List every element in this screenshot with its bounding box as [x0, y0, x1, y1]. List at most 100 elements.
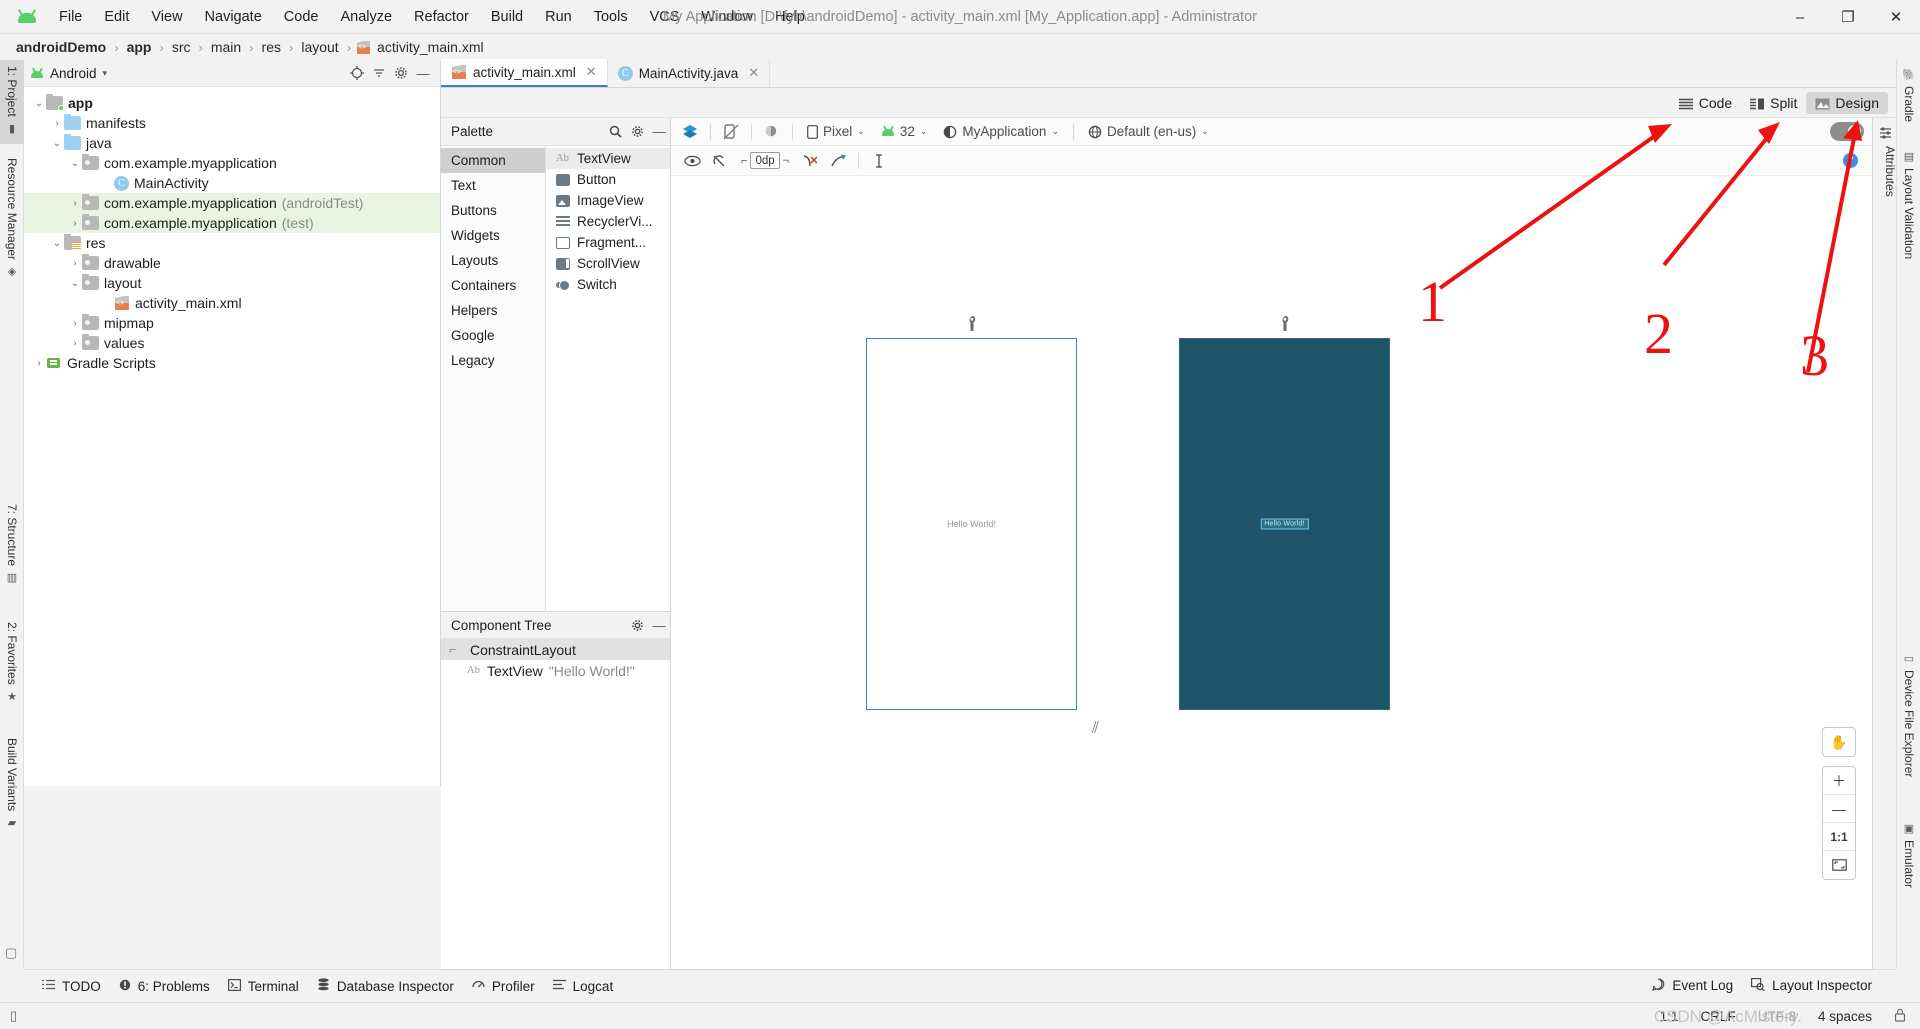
menu-analyze[interactable]: Analyze	[329, 4, 403, 30]
clear-constraints-icon[interactable]	[797, 150, 823, 172]
tool-window-profiler[interactable]: Profiler	[468, 975, 549, 997]
default-margin-control[interactable]: ⌐ 0dp ¬	[741, 152, 789, 169]
breadcrumb-app[interactable]: app	[125, 39, 154, 55]
editor-tab-mainactivity-java[interactable]: C MainActivity.java ✕	[608, 59, 771, 87]
zoom-out-button[interactable]: —	[1823, 795, 1855, 823]
palette-item-recyclerview[interactable]: RecyclerVi...	[546, 211, 670, 232]
tree-node-layout[interactable]: ⌄ layout	[24, 273, 440, 293]
menu-code[interactable]: Code	[273, 4, 330, 30]
palette-item-list[interactable]: Ab TextView Button ImageView RecyclerVi.…	[546, 146, 670, 611]
tree-arrow[interactable]: ›	[68, 258, 82, 269]
sidebar-tab-layout-validation[interactable]: ▤ Layout Validation	[1897, 144, 1920, 294]
attributes-rail[interactable]: Attributes	[1872, 118, 1897, 969]
tree-node-app[interactable]: ⌄ app	[24, 93, 440, 113]
menu-tools[interactable]: Tools	[583, 4, 639, 30]
sidebar-tab-resource-manager[interactable]: Resource Manager ◈	[0, 152, 24, 307]
close-icon[interactable]: ✕	[748, 65, 759, 81]
tree-arrow[interactable]: ⌄	[68, 278, 82, 289]
device-rail-icon[interactable]: ▢	[5, 945, 17, 961]
sidebar-tab-project[interactable]: 1: Project ▮	[0, 60, 24, 144]
tree-arrow[interactable]: ⌄	[50, 238, 64, 249]
tree-arrow[interactable]: ›	[68, 198, 82, 209]
collapse-all-icon[interactable]	[368, 63, 390, 83]
theme-icon[interactable]	[759, 121, 785, 143]
palette-item-button[interactable]: Button	[546, 169, 670, 190]
tree-arrow[interactable]: ›	[50, 118, 64, 129]
wrench-icon[interactable]	[1278, 316, 1291, 336]
editor-mode-bar[interactable]: Code Split Design	[441, 88, 1896, 118]
theme-selector[interactable]: MyApplication ⌄	[936, 121, 1066, 143]
component-tree-row-textview[interactable]: Ab TextView "Hello World!"	[441, 660, 670, 681]
search-icon[interactable]	[604, 122, 626, 142]
api-level-selector[interactable]: 32 ⌄	[874, 121, 935, 143]
sidebar-tab-build-variants[interactable]: Build Variants ▰	[0, 732, 24, 857]
breadcrumb-main[interactable]: main	[209, 39, 243, 55]
tree-node-java[interactable]: ⌄ java	[24, 133, 440, 153]
tree-node-mainactivity[interactable]: C MainActivity	[24, 173, 440, 193]
tool-window-event-log[interactable]: Event Log	[1648, 975, 1747, 997]
tool-window-database-inspector[interactable]: Database Inspector	[313, 975, 468, 997]
tree-node-values[interactable]: › values	[24, 333, 440, 353]
menu-build[interactable]: Build	[480, 4, 534, 30]
indent-setting[interactable]: 4 spaces	[1818, 1009, 1872, 1024]
menu-file[interactable]: File	[48, 4, 93, 30]
visibility-toggle[interactable]	[1830, 122, 1864, 141]
tree-arrow[interactable]: ⌄	[68, 158, 82, 169]
help-badge-icon[interactable]: ?	[1843, 153, 1858, 168]
pan-tool-box[interactable]: ✋	[1822, 727, 1856, 757]
design-surface-mode-icon[interactable]	[677, 121, 703, 143]
infer-constraints-icon[interactable]	[825, 150, 851, 172]
editor-tab-activity-main-xml[interactable]: activity_main.xml ✕	[441, 59, 608, 87]
tool-window-bar-right[interactable]: Event Log Layout Inspector	[1648, 969, 1896, 1002]
tree-node-drawable[interactable]: › drawable	[24, 253, 440, 273]
settings-gear-icon[interactable]	[390, 63, 412, 83]
tree-node-res[interactable]: ⌄ res	[24, 233, 440, 253]
tool-window-todo[interactable]: TODO	[38, 976, 115, 997]
tab-code-view[interactable]: Code	[1670, 92, 1741, 114]
close-button[interactable]: ✕	[1872, 0, 1920, 34]
zoom-buttons-box[interactable]: ＋ — 1:1	[1822, 766, 1856, 880]
palette-item-fragment[interactable]: Fragment...	[546, 232, 670, 253]
tree-arrow[interactable]: ›	[68, 218, 82, 229]
blueprint-preview-frame[interactable]: Hello World!	[1179, 316, 1390, 710]
hide-panel-icon[interactable]: —	[412, 63, 434, 83]
palette-category-containers[interactable]: Containers	[441, 273, 545, 298]
locale-selector[interactable]: Default (en-us) ⌄	[1081, 121, 1216, 143]
tool-window-problems[interactable]: 6: Problems	[115, 976, 224, 997]
no-constraints-icon[interactable]	[707, 150, 733, 172]
design-surface-toolbar[interactable]: Pixel ⌄ 32 ⌄ MyApplication ⌄ Default (en…	[671, 118, 1872, 146]
palette-item-switch[interactable]: Switch	[546, 274, 670, 295]
palette-category-common[interactable]: Common	[441, 148, 545, 173]
settings-gear-icon[interactable]	[626, 615, 648, 635]
hide-panel-icon[interactable]: —	[648, 615, 670, 635]
zoom-in-button[interactable]: ＋	[1823, 767, 1855, 795]
settings-gear-icon[interactable]	[626, 122, 648, 142]
palette-category-helpers[interactable]: Helpers	[441, 298, 545, 323]
eye-visibility-icon[interactable]	[679, 150, 705, 172]
hide-panel-icon[interactable]: —	[648, 122, 670, 142]
menu-navigate[interactable]: Navigate	[194, 4, 273, 30]
constraint-toolbar[interactable]: ⌐ 0dp ¬ ?	[671, 146, 1872, 176]
lock-icon[interactable]	[1894, 1008, 1906, 1025]
default-margin-value[interactable]: 0dp	[750, 152, 780, 169]
tab-design-view[interactable]: Design	[1806, 91, 1888, 114]
palette-item-textview[interactable]: Ab TextView	[546, 148, 670, 169]
sidebar-tab-gradle[interactable]: 🐘 Gradle	[1897, 62, 1920, 140]
breadcrumb-res[interactable]: res	[260, 39, 283, 55]
tool-window-terminal[interactable]: Terminal	[224, 976, 313, 997]
device-status-icon[interactable]: ▯	[10, 1008, 17, 1024]
sidebar-tab-device-file-explorer[interactable]: ▭ Device File Explorer	[1897, 646, 1920, 811]
maximize-button[interactable]: ❐	[1824, 0, 1872, 34]
tree-node-activity-main-xml[interactable]: activity_main.xml	[24, 293, 440, 313]
minimize-button[interactable]: –	[1776, 0, 1824, 34]
sidebar-tab-structure[interactable]: 7: Structure ▥	[0, 498, 24, 608]
tree-arrow[interactable]: ⌄	[32, 98, 46, 109]
guideline-icon[interactable]	[866, 150, 892, 172]
menu-run[interactable]: Run	[534, 4, 583, 30]
palette-category-buttons[interactable]: Buttons	[441, 198, 545, 223]
editor-tab-strip[interactable]: activity_main.xml ✕ C MainActivity.java …	[441, 59, 1896, 88]
palette-category-layouts[interactable]: Layouts	[441, 248, 545, 273]
target-locate-icon[interactable]	[346, 63, 368, 83]
breadcrumb-layout[interactable]: layout	[299, 39, 340, 55]
zoom-reset-button[interactable]: 1:1	[1823, 823, 1855, 851]
